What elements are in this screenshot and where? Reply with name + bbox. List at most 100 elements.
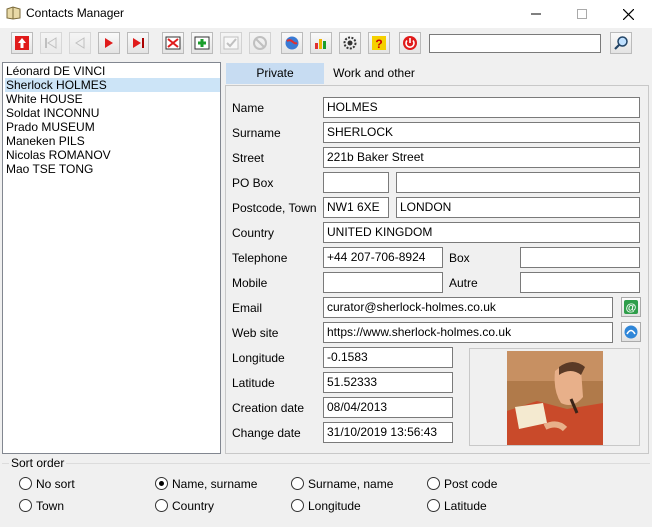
list-item[interactable]: Mao TSE TONG: [5, 162, 220, 176]
svg-text:?: ?: [375, 37, 382, 51]
sort-country-radio[interactable]: [155, 499, 168, 512]
telephone-label: Telephone: [232, 251, 288, 265]
longitude-field[interactable]: -0.1583: [323, 347, 453, 368]
box-field[interactable]: [520, 247, 640, 268]
delete-icon: [165, 36, 181, 50]
list-item[interactable]: Léonard DE VINCI: [5, 64, 220, 78]
maximize-icon: [577, 9, 587, 19]
autre-label: Autre: [449, 276, 478, 290]
photo-frame[interactable]: [469, 348, 640, 446]
cancel-icon: [253, 36, 267, 50]
export-button[interactable]: [11, 32, 33, 54]
list-item-selected[interactable]: Sherlock HOLMES: [5, 78, 220, 92]
po-box-field[interactable]: [323, 172, 389, 193]
close-button[interactable]: [605, 0, 651, 28]
mobile-label: Mobile: [232, 276, 268, 290]
sort-post-code-label[interactable]: Post code: [444, 477, 497, 491]
contact-list[interactable]: Léonard DE VINCI Sherlock HOLMES White H…: [2, 62, 221, 454]
window-title: Contacts Manager: [26, 6, 125, 20]
add-icon: [194, 36, 210, 50]
list-item[interactable]: Prado MUSEUM: [5, 120, 220, 134]
email-at-icon: @: [624, 300, 638, 314]
creation-date-field[interactable]: 08/04/2013: [323, 397, 453, 418]
tab-private[interactable]: Private: [226, 63, 324, 84]
sort-longitude-label[interactable]: Longitude: [308, 499, 361, 513]
po-box-extra-field[interactable]: [396, 172, 640, 193]
sort-no-sort-radio[interactable]: [19, 477, 32, 490]
sort-post-code-radio[interactable]: [427, 477, 440, 490]
name-label: Name: [232, 101, 265, 115]
telephone-field[interactable]: +44 207-706-8924: [323, 247, 443, 268]
search-icon: [614, 36, 628, 50]
tab-work-and-other[interactable]: Work and other: [324, 63, 424, 84]
list-item[interactable]: Nicolas ROMANOV: [5, 148, 220, 162]
surname-field[interactable]: SHERLOCK: [323, 122, 640, 143]
street-label: Street: [232, 151, 265, 165]
change-date-label: Change date: [232, 426, 301, 440]
po-box-label: PO Box: [232, 176, 274, 190]
minimize-button[interactable]: [513, 0, 559, 28]
next-record-button[interactable]: [98, 32, 120, 54]
mobile-field[interactable]: [323, 272, 443, 293]
surname-label: Surname: [232, 126, 281, 140]
email-field[interactable]: curator@sherlock-holmes.co.uk: [323, 297, 613, 318]
sort-name-surname-radio[interactable]: [155, 477, 168, 490]
cancel-edit-button[interactable]: [249, 32, 271, 54]
list-item[interactable]: Maneken PILS: [5, 134, 220, 148]
name-field[interactable]: HOLMES: [323, 97, 640, 118]
autre-field[interactable]: [520, 272, 640, 293]
search-button[interactable]: [610, 32, 632, 54]
sort-latitude-radio[interactable]: [427, 499, 440, 512]
search-input[interactable]: [429, 34, 601, 53]
change-date-field[interactable]: 31/10/2019 13:56:43: [323, 422, 453, 443]
latitude-label: Latitude: [232, 376, 275, 390]
country-label: Country: [232, 226, 275, 240]
title-bar: Contacts Manager: [0, 0, 652, 28]
contact-details-panel: Name HOLMES Surname SHERLOCK Street 221b…: [225, 85, 649, 454]
skip-first-icon: [45, 37, 57, 49]
box-label: Box: [449, 251, 470, 265]
sort-no-sort-label[interactable]: No sort: [36, 477, 75, 491]
exit-button[interactable]: [399, 32, 421, 54]
delete-record-button[interactable]: [162, 32, 184, 54]
previous-icon: [75, 37, 85, 49]
statistics-button[interactable]: [310, 32, 332, 54]
postcode-field[interactable]: NW1 6XE: [323, 197, 389, 218]
creation-date-label: Creation date: [232, 401, 305, 415]
send-email-button[interactable]: @: [621, 297, 641, 317]
settings-button[interactable]: [339, 32, 361, 54]
sort-latitude-label[interactable]: Latitude: [444, 499, 487, 513]
street-field[interactable]: 221b Baker Street: [323, 147, 640, 168]
help-button[interactable]: ?: [368, 32, 390, 54]
minimize-icon: [531, 13, 541, 15]
power-icon: [403, 36, 417, 50]
add-record-button[interactable]: [191, 32, 213, 54]
email-label: Email: [232, 301, 263, 315]
latitude-field[interactable]: 51.52333: [323, 372, 453, 393]
sort-country-label[interactable]: Country: [172, 499, 214, 513]
maximize-button[interactable]: [559, 0, 605, 28]
postcode-town-label: Postcode, Town: [232, 201, 317, 215]
sort-name-surname-label[interactable]: Name, surname: [172, 477, 257, 491]
web-button[interactable]: [281, 32, 303, 54]
sort-surname-name-radio[interactable]: [291, 477, 304, 490]
first-record-button[interactable]: [40, 32, 62, 54]
upload-arrow-icon: [15, 36, 29, 50]
sort-town-label[interactable]: Town: [36, 499, 64, 513]
contact-photo: [507, 351, 603, 445]
sort-surname-name-label[interactable]: Surname, name: [308, 477, 393, 491]
open-website-button[interactable]: [621, 322, 641, 342]
save-record-button[interactable]: [220, 32, 242, 54]
town-field[interactable]: LONDON: [396, 197, 640, 218]
sort-order-title: Sort order: [9, 456, 67, 470]
country-field[interactable]: UNITED KINGDOM: [323, 222, 640, 243]
list-item[interactable]: White HOUSE: [5, 92, 220, 106]
sort-longitude-radio[interactable]: [291, 499, 304, 512]
gear-icon: [343, 36, 357, 50]
sort-town-radio[interactable]: [19, 499, 32, 512]
previous-record-button[interactable]: [69, 32, 91, 54]
svg-text:@: @: [626, 302, 637, 314]
list-item[interactable]: Soldat INCONNU: [5, 106, 220, 120]
website-field[interactable]: https://www.sherlock-holmes.co.uk: [323, 322, 613, 343]
last-record-button[interactable]: [127, 32, 149, 54]
